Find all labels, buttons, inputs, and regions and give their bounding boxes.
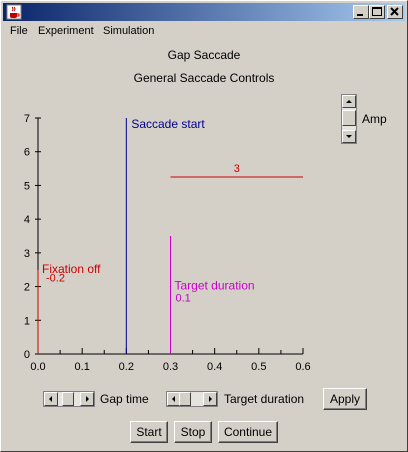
fixation-off-value-label: -0.2 <box>46 273 65 285</box>
gap-saccade-chart: 0.0 0.1 0.2 0.3 0.4 0.5 0.6 0 1 2 3 4 5 6 7 Saccade sta… <box>24 113 311 373</box>
start-button[interactable]: Start <box>130 421 168 443</box>
x-tick-label: 0.5 <box>251 361 266 373</box>
arrow-up-icon <box>346 100 352 103</box>
java-cup-icon <box>6 4 22 20</box>
arrow-right-icon <box>86 396 89 402</box>
menu-bar: File Experiment Simulation <box>3 22 405 42</box>
y-tick-label: 6 <box>24 147 30 159</box>
target-duration-chart-label: Target duration <box>175 279 255 293</box>
gap-time-left-button[interactable] <box>44 392 58 406</box>
arrow-right-icon <box>209 396 212 402</box>
y-tick-label: 3 <box>24 248 30 260</box>
gap-time-thumb[interactable] <box>62 392 74 406</box>
x-tick-label: 0.0 <box>30 361 45 373</box>
y-tick-label: 7 <box>24 113 30 125</box>
menu-simulation[interactable]: Simulation <box>103 25 154 37</box>
title-bar[interactable] <box>3 3 405 21</box>
y-tick-label: 4 <box>24 214 30 226</box>
minimize-button[interactable] <box>353 5 369 19</box>
apply-button[interactable]: Apply <box>323 388 367 410</box>
x-tick-label: 0.2 <box>119 361 134 373</box>
gap-time-label: Gap time <box>100 392 149 406</box>
maximize-icon <box>372 7 382 16</box>
target-duration-thumb[interactable] <box>179 392 191 406</box>
gap-time-scrollbar[interactable] <box>43 391 95 407</box>
panel-subtitle: General Saccade Controls <box>133 71 275 85</box>
content-panel: Gap Saccade General Saccade Controls 0.0… <box>3 42 405 449</box>
amp-down-button[interactable] <box>342 130 356 143</box>
target-duration-label: Target duration <box>224 392 305 406</box>
maximize-button[interactable] <box>369 5 385 19</box>
y-tick-label: 2 <box>24 282 30 294</box>
menu-file[interactable]: File <box>10 25 28 37</box>
amp-scrollbar[interactable] <box>341 94 357 144</box>
y-tick-label: 1 <box>24 315 30 327</box>
arrow-left-icon <box>49 396 52 402</box>
x-tick-label: 0.1 <box>75 361 90 373</box>
app-window: File Experiment Simulation Gap Saccade G… <box>0 0 408 452</box>
minimize-icon <box>357 14 363 16</box>
y-tick-label: 0 <box>24 349 30 361</box>
target-duration-scrollbar[interactable] <box>166 391 218 407</box>
amp-thumb[interactable] <box>342 110 356 126</box>
x-tick-label: 0.4 <box>207 361 222 373</box>
x-tick-label: 0.6 <box>295 361 310 373</box>
amp-value-label: 3 <box>234 163 240 175</box>
amp-label: Amp <box>362 112 387 126</box>
arrow-down-icon <box>346 135 352 138</box>
x-tick-label: 0.3 <box>163 361 178 373</box>
target-duration-right-button[interactable] <box>203 392 217 406</box>
panel-title: Gap Saccade <box>167 48 241 62</box>
saccade-start-label: Saccade start <box>131 117 205 131</box>
close-icon <box>390 7 399 16</box>
close-button[interactable] <box>387 5 403 19</box>
stop-button[interactable]: Stop <box>174 421 212 443</box>
menu-experiment[interactable]: Experiment <box>38 25 94 37</box>
target-duration-value-label: 0.1 <box>176 292 191 304</box>
y-tick-label: 5 <box>24 180 30 192</box>
gap-time-right-button[interactable] <box>80 392 94 406</box>
continue-button[interactable]: Continue <box>218 421 278 443</box>
amp-up-button[interactable] <box>342 95 356 108</box>
